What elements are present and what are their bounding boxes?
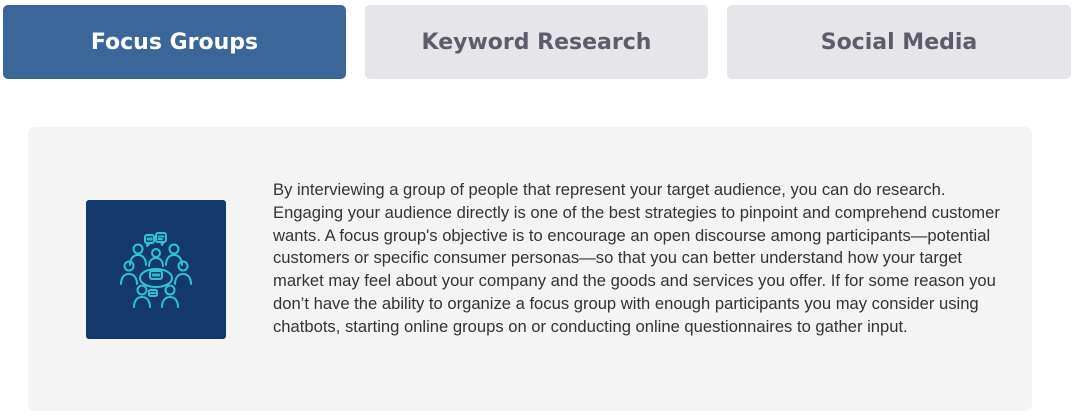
tab-focus-groups-label: Focus Groups [90,29,259,55]
focus-group-icon [120,231,192,308]
tab-keyword-research[interactable]: Keyword Research [365,5,708,79]
tab-social-media-label: Social Media [820,29,978,55]
tab-bar: Focus Groups Keyword Research Social Med… [0,0,1075,90]
focus-group-icon-box [86,200,226,339]
tab-keyword-research-label: Keyword Research [421,29,652,55]
tab-content-text: By interviewing a group of people that r… [273,180,1000,336]
tab-focus-groups[interactable]: Focus Groups [3,5,346,79]
tab-social-media[interactable]: Social Media [727,5,1071,79]
tab-content-panel: By interviewing a group of people that r… [28,127,1032,411]
